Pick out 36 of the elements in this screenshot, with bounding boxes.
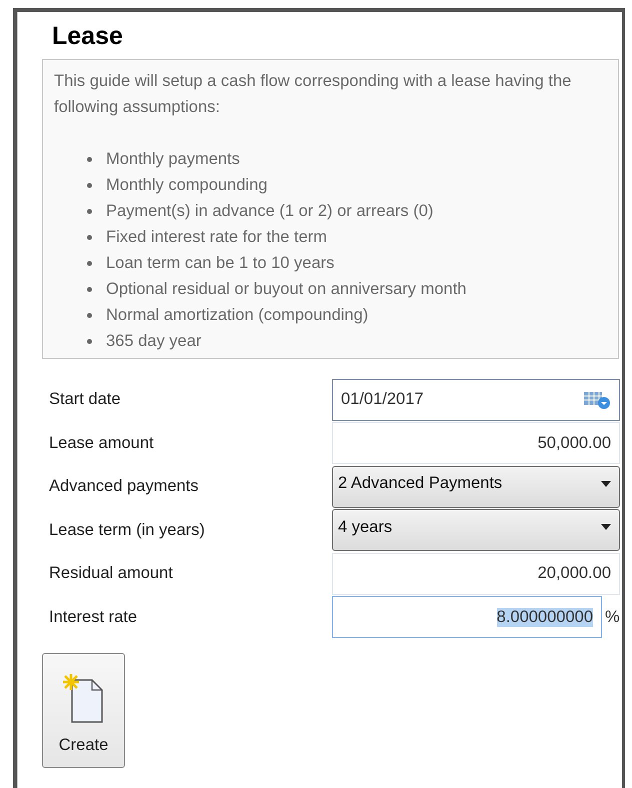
field-label: Lease amount (48, 434, 155, 453)
calendar-icon[interactable] (583, 390, 611, 410)
date-field[interactable]: 01/01/2017 (332, 378, 620, 421)
page-title: Lease (51, 21, 124, 52)
percent-sign: % (605, 608, 620, 627)
new-document-icon (62, 674, 106, 724)
dropdown[interactable]: 4 years (332, 509, 620, 552)
bullet-icon (87, 260, 92, 266)
assumption-item: Monthly payments (106, 149, 240, 170)
assumption-item: Loan term can be 1 to 10 years (106, 253, 334, 274)
assumption-item: Optional residual or buyout on anniversary month (106, 279, 466, 300)
create-button[interactable]: Create (42, 653, 125, 768)
bullet-icon (87, 234, 92, 240)
caret-icon (601, 524, 611, 530)
amount-field[interactable]: 20,000.00 (332, 552, 620, 595)
field-label: Lease term (in years) (48, 520, 206, 540)
assumption-item: Fixed interest rate for the term (106, 227, 328, 248)
bullet-icon (87, 208, 92, 214)
intro-text: This guide will setup a cash flow corresponding with a lease having the following assumptions: (54, 71, 572, 118)
bullet-icon (87, 156, 92, 162)
assumption-item: 365 day year (106, 331, 202, 352)
field-label: Residual amount (48, 564, 174, 584)
bullet-icon (87, 286, 92, 292)
field-label: Advanced payments (48, 477, 200, 496)
bullet-icon (87, 338, 92, 344)
rate-field[interactable]: 8.000000000 (332, 596, 602, 638)
assumption-item: Monthly compounding (106, 175, 268, 196)
assumption-item: Normal amortization (compounding) (106, 305, 368, 326)
dropdown[interactable]: 2 Advanced Payments (332, 466, 620, 508)
caret-icon (601, 480, 611, 487)
bullet-icon (87, 182, 92, 188)
field-label: Start date (48, 390, 122, 410)
amount-field[interactable]: 50,000.00 (332, 422, 620, 464)
assumption-item: Payment(s) in advance (1 or 2) or arrears (0) (106, 201, 434, 222)
field-label: Interest rate (48, 608, 138, 627)
bullet-icon (87, 312, 92, 318)
